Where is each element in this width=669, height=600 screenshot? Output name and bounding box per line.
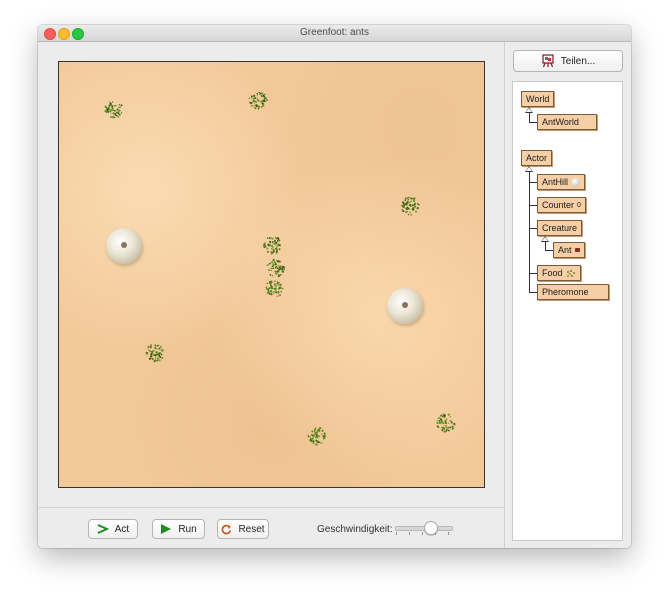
inheritance-line [529, 205, 537, 206]
speed-label: Geschwindigkeit: [317, 524, 393, 535]
share-easel-icon [542, 54, 554, 68]
inheritance-line [545, 242, 546, 250]
food-thumbnail-icon [566, 269, 575, 277]
speed-slider-ticks [396, 532, 450, 535]
class-counter-label: Counter [542, 200, 575, 210]
food-pile[interactable] [399, 195, 421, 217]
food-pile[interactable] [306, 425, 328, 447]
inheritance-line [529, 292, 537, 293]
class-actor[interactable]: Actor [521, 150, 553, 166]
class-sidebar: Teilen... World AntWorld Actor AntHill C… [505, 42, 631, 548]
act-step-icon [97, 524, 109, 534]
food-pile[interactable] [262, 234, 284, 256]
food-pile[interactable] [103, 98, 125, 120]
simulation-controls: Act Run Reset Geschwindigkeit: [38, 507, 504, 548]
speed-slider[interactable] [393, 521, 453, 535]
class-food-label: Food [542, 268, 563, 278]
class-ant[interactable]: Ant [553, 242, 585, 258]
class-antworld-label: AntWorld [542, 117, 579, 127]
reset-label: Reset [238, 523, 265, 535]
inheritance-line [529, 172, 530, 292]
inheritance-line [529, 122, 537, 123]
inheritance-line [529, 273, 537, 274]
ant-world[interactable] [58, 61, 485, 488]
reset-icon [222, 524, 232, 534]
class-antworld[interactable]: AntWorld [537, 114, 597, 130]
run-label: Run [178, 523, 197, 535]
food-pile[interactable] [435, 412, 457, 434]
share-label: Teilen... [560, 55, 596, 67]
class-counter[interactable]: Counter 0 [537, 197, 586, 213]
world-area: Act Run Reset Geschwindigkeit: [38, 42, 504, 548]
class-creature-label: Creature [542, 223, 578, 233]
class-pheromone-label: Pheromone [542, 287, 589, 297]
inheritance-line [529, 182, 537, 183]
ant-thumbnail-icon [574, 248, 580, 252]
class-world-label: World [526, 94, 550, 104]
class-anthill-label: AntHill [542, 177, 569, 187]
speed-slider-thumb[interactable] [423, 521, 438, 535]
counter-thumbnail-value: 0 [577, 201, 581, 209]
food-pile[interactable] [263, 278, 285, 300]
class-diagram: World AntWorld Actor AntHill Counter 0 C… [512, 81, 623, 541]
class-anthill[interactable]: AntHill [537, 174, 586, 190]
class-pheromone[interactable]: Pheromone [537, 284, 609, 300]
class-world[interactable]: World [521, 91, 555, 107]
class-creature[interactable]: Creature [537, 220, 583, 236]
food-pile[interactable] [265, 257, 287, 279]
food-pile[interactable] [144, 342, 166, 364]
inheritance-line [545, 250, 553, 251]
title-bar: Greenfoot: ants [38, 25, 631, 42]
act-button[interactable]: Act [88, 519, 138, 539]
greenfoot-window: Greenfoot: ants Act Run Reset Geschwindi… [38, 25, 631, 548]
inheritance-line [529, 113, 530, 122]
food-pile[interactable] [247, 89, 269, 111]
reset-button[interactable]: Reset [217, 519, 269, 539]
window-title: Greenfoot: ants [300, 27, 369, 38]
run-button[interactable]: Run [152, 519, 205, 539]
inheritance-line [529, 228, 537, 229]
share-button[interactable]: Teilen... [513, 50, 623, 72]
class-actor-label: Actor [526, 153, 548, 163]
inheritance-arrow-icon [525, 107, 533, 113]
class-food[interactable]: Food [537, 265, 581, 281]
anthill-thumbnail-icon [571, 177, 581, 187]
class-ant-label: Ant [558, 245, 572, 255]
ant-hill[interactable] [387, 288, 423, 324]
act-label: Act [114, 523, 130, 535]
ant-hill[interactable] [106, 228, 142, 264]
play-icon [161, 524, 172, 534]
